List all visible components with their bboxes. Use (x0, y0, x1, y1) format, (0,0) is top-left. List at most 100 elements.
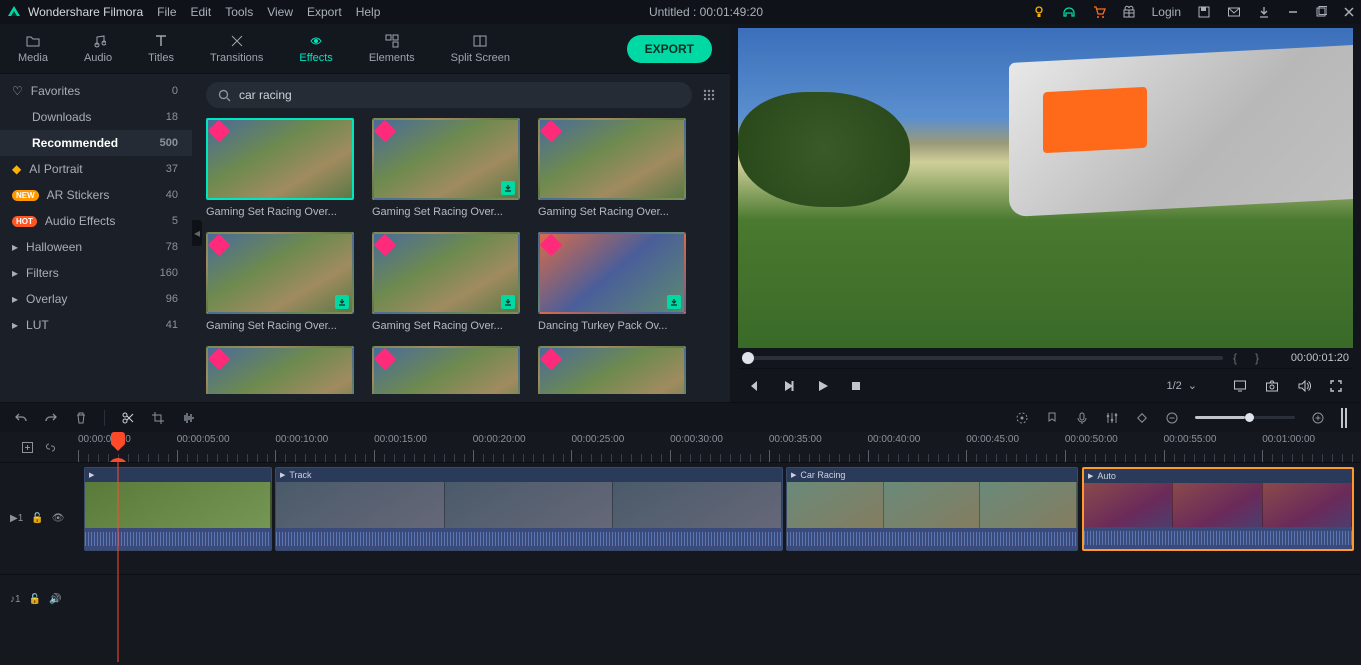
download-icon[interactable] (1257, 5, 1271, 19)
display-settings-icon[interactable] (1233, 379, 1247, 393)
cart-icon[interactable] (1092, 5, 1106, 19)
play-icon[interactable] (816, 379, 830, 393)
track-lock-icon[interactable]: 🔓 (31, 513, 43, 524)
sidebar-item-ar-stickers[interactable]: NEWAR Stickers40 (0, 182, 192, 208)
prev-frame-icon[interactable] (748, 379, 762, 393)
effect-item[interactable] (538, 346, 686, 394)
tab-audio[interactable]: Audio (66, 27, 130, 70)
effect-thumbnail[interactable] (206, 118, 354, 200)
sidebar-item-filters[interactable]: ▸Filters160 (0, 260, 192, 286)
undo-icon[interactable] (14, 411, 28, 425)
track-area[interactable]: ▶▶Track▶Car Racing▶Auto (78, 462, 1361, 665)
video-track[interactable]: ▶▶Track▶Car Racing▶Auto (78, 462, 1361, 574)
effect-thumbnail[interactable] (206, 232, 354, 314)
play-pause-icon[interactable] (782, 379, 796, 393)
tab-transitions[interactable]: Transitions (192, 27, 281, 70)
fullscreen-icon[interactable] (1329, 379, 1343, 393)
sidebar-item-halloween[interactable]: ▸Halloween78 (0, 234, 192, 260)
effect-item[interactable]: Dancing Turkey Pack Ov... (538, 232, 686, 332)
menu-help[interactable]: Help (356, 5, 381, 19)
panel-divider[interactable] (1341, 408, 1347, 428)
tab-effects[interactable]: Effects (281, 27, 350, 70)
redo-icon[interactable] (44, 411, 58, 425)
audio-wave-icon[interactable] (181, 411, 195, 425)
effect-item[interactable]: Gaming Set Racing Over... (538, 118, 686, 218)
effect-item[interactable]: Gaming Set Racing Over... (372, 118, 520, 218)
sidebar-item-lut[interactable]: ▸LUT41 (0, 312, 192, 338)
record-voiceover-icon[interactable] (1075, 411, 1089, 425)
sidebar-item-audio-effects[interactable]: HOTAudio Effects5 (0, 208, 192, 234)
audio-track[interactable] (78, 574, 1361, 624)
headset-icon[interactable] (1062, 5, 1076, 19)
sidebar-item-recommended[interactable]: Recommended500 (0, 130, 192, 156)
timeline-clip[interactable]: ▶Auto (1082, 467, 1354, 551)
timeline-clip[interactable]: ▶ (84, 467, 272, 551)
export-button[interactable]: EXPORT (627, 35, 712, 63)
download-item-icon[interactable] (667, 295, 681, 309)
menu-view[interactable]: View (267, 5, 293, 19)
pager-dropdown-icon[interactable]: ⌄ (1188, 379, 1197, 392)
menu-edit[interactable]: Edit (191, 5, 212, 19)
effect-thumbnail[interactable] (538, 232, 686, 314)
effect-thumbnail[interactable] (206, 346, 354, 394)
login-button[interactable]: Login (1152, 5, 1181, 19)
tab-elements[interactable]: Elements (351, 27, 433, 70)
gift-icon[interactable] (1122, 5, 1136, 19)
track-mute-icon[interactable]: 🔊 (49, 594, 61, 605)
effect-item[interactable] (372, 346, 520, 394)
sidebar-item-favorites[interactable]: ♡Favorites0 (0, 78, 192, 104)
tab-titles[interactable]: Titles (130, 27, 192, 70)
sidebar-item-overlay[interactable]: ▸Overlay96 (0, 286, 192, 312)
menu-tools[interactable]: Tools (225, 5, 253, 19)
audio-mixer-icon[interactable] (1105, 411, 1119, 425)
menu-file[interactable]: File (157, 5, 176, 19)
zoom-thumb[interactable] (1245, 413, 1254, 422)
keyframe-icon[interactable] (1135, 411, 1149, 425)
track-visible-icon[interactable]: 👁 (52, 513, 65, 524)
zoom-out-icon[interactable] (1165, 411, 1179, 425)
sidebar-collapse-icon[interactable]: ◂ (192, 220, 202, 246)
effect-item[interactable]: Gaming Set Racing Over... (372, 232, 520, 332)
delete-icon[interactable] (74, 411, 88, 425)
stop-icon[interactable] (850, 380, 862, 392)
minimize-icon[interactable] (1287, 6, 1299, 18)
sidebar-item-downloads[interactable]: Downloads18 (0, 104, 192, 130)
timeline-clip[interactable]: ▶Track (275, 467, 783, 551)
close-icon[interactable] (1343, 6, 1355, 18)
playhead-head[interactable] (111, 432, 125, 446)
marker-icon[interactable] (1045, 411, 1059, 425)
effect-thumbnail[interactable] (538, 118, 686, 200)
mail-icon[interactable] (1227, 5, 1241, 19)
effect-thumbnail[interactable] (538, 346, 686, 394)
preview-canvas[interactable] (738, 28, 1353, 348)
download-item-icon[interactable] (501, 295, 515, 309)
volume-icon[interactable] (1297, 379, 1311, 393)
save-icon[interactable] (1197, 5, 1211, 19)
effect-thumbnail[interactable] (372, 346, 520, 394)
scrub-playhead[interactable] (742, 352, 754, 364)
search-box[interactable] (206, 82, 692, 108)
preview-scrub-track[interactable] (742, 356, 1223, 360)
render-icon[interactable] (1015, 411, 1029, 425)
split-icon[interactable] (121, 411, 135, 425)
download-item-icon[interactable] (501, 181, 515, 195)
download-item-icon[interactable] (335, 295, 349, 309)
timeline-add-track-icon[interactable] (21, 441, 34, 454)
effect-thumbnail[interactable] (372, 232, 520, 314)
snapshot-icon[interactable] (1265, 379, 1279, 393)
tab-media[interactable]: Media (0, 27, 66, 70)
effect-thumbnail[interactable] (372, 118, 520, 200)
track-lock-icon[interactable]: 🔓 (29, 594, 41, 605)
timeline-clip[interactable]: ▶Car Racing (786, 467, 1078, 551)
effect-item[interactable] (206, 346, 354, 394)
sidebar-item-ai-portrait[interactable]: ◆AI Portrait37 (0, 156, 192, 182)
effect-item[interactable]: Gaming Set Racing Over... (206, 118, 354, 218)
effect-item[interactable]: Gaming Set Racing Over... (206, 232, 354, 332)
tab-splitscreen[interactable]: Split Screen (433, 27, 528, 70)
timeline-ruler[interactable]: 00:00:00:0000:00:05:0000:00:10:0000:00:1… (78, 432, 1361, 462)
maximize-icon[interactable] (1315, 6, 1327, 18)
search-input[interactable] (239, 88, 680, 102)
timeline-link-icon[interactable] (44, 441, 57, 454)
grid-view-icon[interactable] (702, 88, 716, 102)
menu-export[interactable]: Export (307, 5, 342, 19)
